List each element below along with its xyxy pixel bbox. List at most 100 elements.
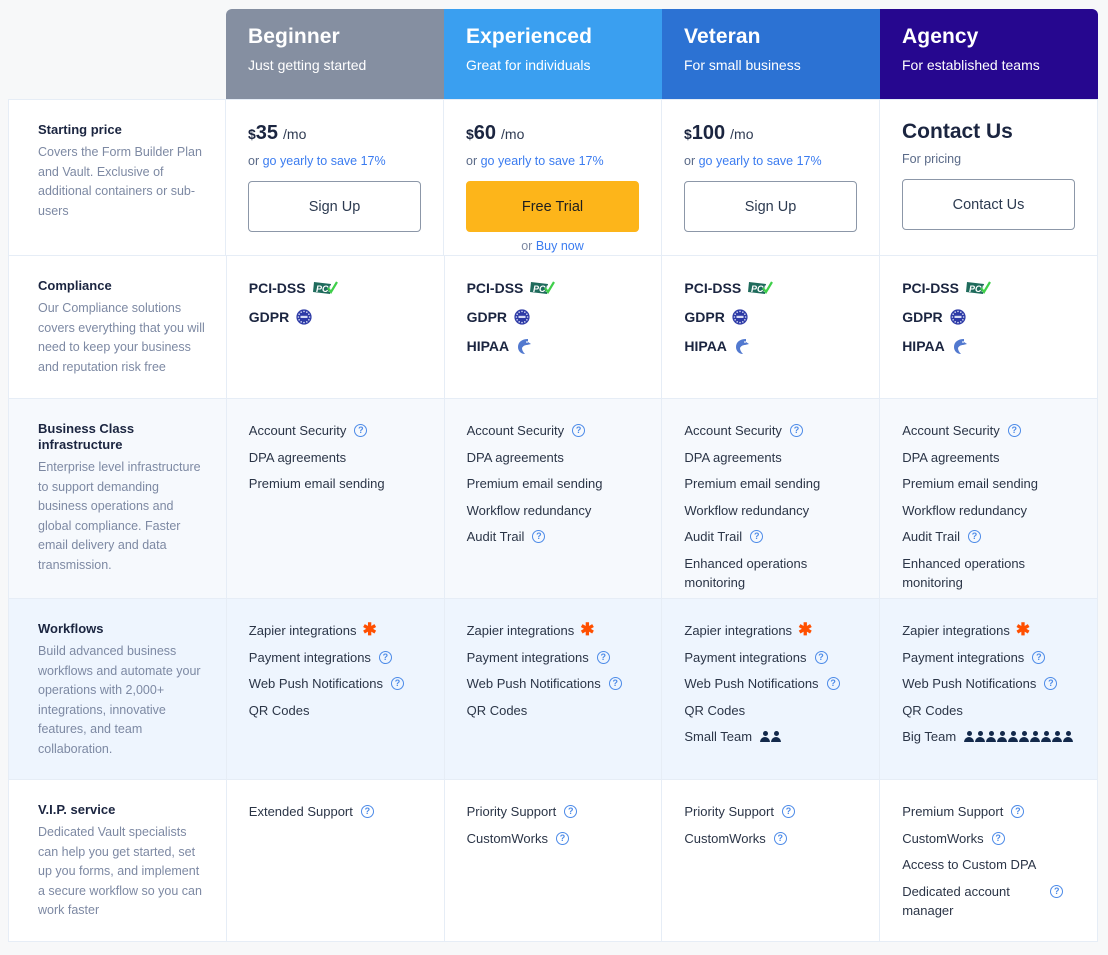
row-workflows: Workflows Build advanced business workfl… <box>9 599 1097 780</box>
free-trial-button[interactable]: Free Trial <box>466 181 639 232</box>
help-icon[interactable]: ? <box>1011 805 1025 818</box>
row-title: Business Class infrastructure <box>38 421 135 452</box>
help-icon[interactable]: ? <box>572 424 586 437</box>
hipaa-eagle-icon <box>952 338 968 355</box>
price-cell-veteran: $100/mo or go yearly to save 17% Sign Up <box>662 100 880 255</box>
price-period: /mo <box>501 126 525 142</box>
feature-item: Web Push Notifications? <box>249 674 422 693</box>
help-icon[interactable]: ? <box>360 805 374 818</box>
feature-label: Premium email sending <box>684 476 821 491</box>
help-icon[interactable]: ? <box>390 677 404 690</box>
workflows-cell-experienced: Zapier integrations ✱ Payment integrations… <box>445 599 663 779</box>
price-cell-agency: Contact Us For pricing Contact Us <box>880 100 1097 255</box>
feature-item: QR Codes <box>902 701 1075 720</box>
feature-label: Payment integrations <box>248 649 371 665</box>
compliance-item-hipaa: HIPAA <box>902 336 1075 356</box>
feature-label: QR Codes <box>466 702 528 718</box>
row-description: Covers the Form Builder Plan and Vault. … <box>38 145 202 218</box>
person-icon <box>975 731 986 742</box>
row-compliance: Compliance Our Compliance solutions cove… <box>9 256 1097 399</box>
feature-label: Payment integrations <box>902 649 1025 665</box>
help-icon[interactable]: ? <box>1032 650 1046 664</box>
plan-tagline: Great for individuals <box>466 57 591 73</box>
yearly-link[interactable]: go yearly to save 17% <box>481 154 604 168</box>
help-icon[interactable]: ? <box>773 831 787 845</box>
feature-item: Zapier integrations ✱ <box>249 621 422 640</box>
feature-label: Big Team <box>902 729 957 744</box>
feature-label: Small Team <box>684 729 753 744</box>
help-icon[interactable]: ? <box>750 530 764 543</box>
help-icon[interactable]: ? <box>354 424 368 437</box>
feature-label: Account Security <box>248 423 347 438</box>
feature-item: Premium email sending <box>684 474 857 493</box>
feature-item: Enhanced operations monitoring <box>684 554 857 592</box>
help-icon[interactable]: ? <box>991 831 1005 845</box>
person-icon <box>997 731 1008 742</box>
sign-up-button[interactable]: Sign Up <box>684 181 857 232</box>
help-icon[interactable]: ? <box>968 530 981 543</box>
yearly-offer: or go yearly to save 17% <box>248 154 421 168</box>
help-icon[interactable]: ? <box>555 831 569 845</box>
yearly-link[interactable]: go yearly to save 17% <box>699 154 822 168</box>
help-icon[interactable]: ? <box>378 650 392 664</box>
feature-item: Audit Trail? <box>467 527 640 546</box>
feature-label: Enhanced operations monitoring <box>684 555 808 590</box>
help-icon[interactable]: ? <box>1007 424 1021 437</box>
price-cell-beginner: $35/mo or go yearly to save 17% Sign Up <box>226 100 444 255</box>
for-pricing-text: For pricing <box>902 152 962 166</box>
help-icon[interactable]: ? <box>789 424 803 437</box>
feature-label: CustomWorks <box>902 830 984 846</box>
help-icon[interactable]: ? <box>608 677 622 690</box>
row-vip-service: V.I.P. service Dedicated Vault specialis… <box>9 780 1097 941</box>
help-icon[interactable]: ? <box>826 677 840 690</box>
person-icon <box>771 731 782 742</box>
help-icon[interactable]: ? <box>532 530 546 543</box>
feature-label: CustomWorks <box>684 830 766 846</box>
row-description: Enterprise level infrastructure to suppo… <box>38 460 201 572</box>
compliance-item-gdpr: GDPR <box>249 307 422 327</box>
plan-tagline: Just getting started <box>248 57 367 73</box>
feature-item: Zapier integrations ✱ <box>902 621 1075 640</box>
feature-item: Workflow redundancy <box>684 501 857 520</box>
help-icon[interactable]: ? <box>1044 677 1058 690</box>
yearly-prefix: or <box>248 154 260 168</box>
contact-us-button[interactable]: Contact Us <box>902 179 1075 230</box>
person-icon <box>1041 731 1052 742</box>
feature-label: Enhanced operations monitoring <box>902 555 1026 590</box>
yearly-offer: or go yearly to save 17% <box>466 154 639 168</box>
feature-label: Zapier integrations <box>684 623 793 638</box>
feature-label: Premium Support <box>902 804 1004 819</box>
compliance-label: GDPR <box>684 309 725 325</box>
feature-label: Premium email sending <box>466 476 603 491</box>
help-icon[interactable]: ? <box>564 805 578 818</box>
price-period: /mo <box>730 126 754 142</box>
sign-up-button[interactable]: Sign Up <box>248 181 421 232</box>
feature-label: Web Push Notifications <box>684 676 819 691</box>
plan-headers: Beginner Just getting started Experience… <box>226 9 1098 100</box>
workflows-cell-veteran: Zapier integrations ✱ Payment integrations… <box>662 599 881 779</box>
help-icon[interactable]: ? <box>814 650 828 664</box>
compliance-label: GDPR <box>248 309 290 325</box>
help-icon[interactable]: ? <box>1050 884 1064 898</box>
feature-label: Priority Support <box>466 804 557 819</box>
feature-label: Zapier integrations <box>466 623 575 638</box>
yearly-link[interactable]: go yearly to save 17% <box>263 154 386 168</box>
feature-item: QR Codes <box>684 701 857 720</box>
feature-item: Payment integrations? <box>902 648 1075 667</box>
vip-cell-beginner: Extended Support? <box>227 780 445 941</box>
row-description: Build advanced business workflows and au… <box>38 644 201 756</box>
compliance-item-pci: PCI-DSS PCI <box>249 278 422 298</box>
feature-label: Account Security <box>684 423 782 438</box>
compliance-label: GDPR <box>902 309 943 325</box>
row-label: Workflows Build advanced business workfl… <box>9 599 227 779</box>
help-icon[interactable]: ? <box>596 650 610 664</box>
price-cell-experienced: $60/mo or go yearly to save 17% Free Tri… <box>444 100 662 255</box>
help-icon[interactable]: ? <box>781 805 795 818</box>
feature-label: DPA agreements <box>684 449 782 465</box>
feature-item: QR Codes <box>467 701 640 720</box>
row-title: Starting price <box>38 122 122 137</box>
compliance-label: GDPR <box>466 309 508 325</box>
buy-now-link[interactable]: Buy now <box>536 239 584 253</box>
infrastructure-cell-experienced: Account Security? DPA agreements Premium e… <box>445 399 663 598</box>
vip-cell-veteran: Priority Support? CustomWorks? <box>662 780 881 941</box>
